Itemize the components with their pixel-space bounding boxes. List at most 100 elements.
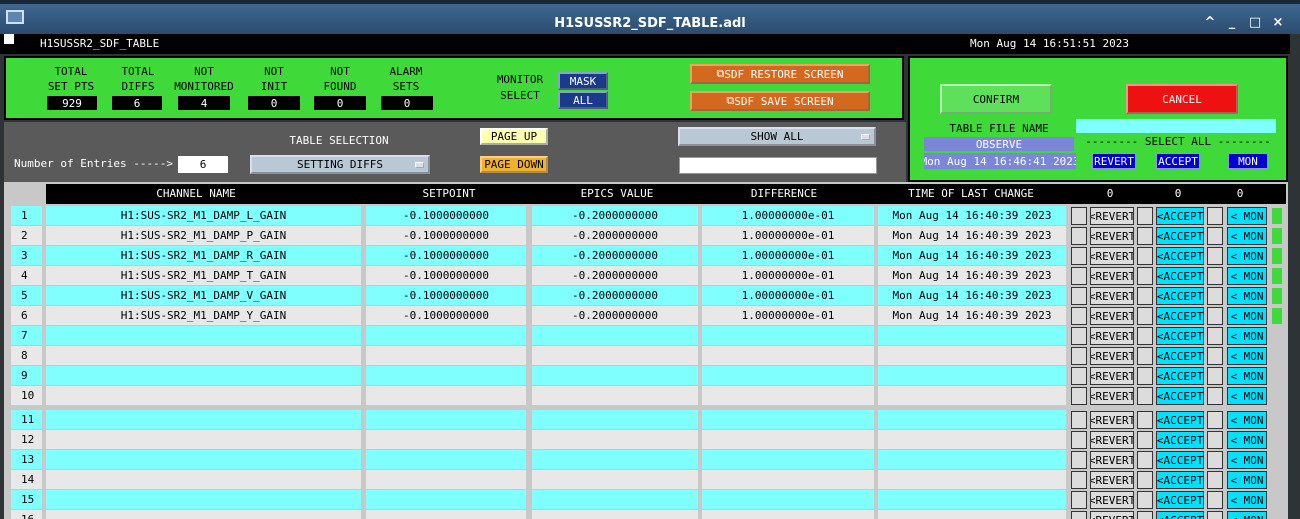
confirm-button[interactable]: CONFIRM: [940, 84, 1052, 114]
accept-button[interactable]: <ACCEPT: [1156, 491, 1204, 509]
accept-checkbox[interactable]: [1137, 511, 1153, 519]
accept-button[interactable]: <ACCEPT: [1156, 387, 1204, 405]
page-down-button[interactable]: PAGE DOWN: [480, 156, 548, 173]
table-selection-menu[interactable]: SETTING DIFFS: [250, 155, 430, 174]
revert-button[interactable]: <REVERT: [1090, 431, 1134, 449]
revert-button[interactable]: <REVERT: [1090, 307, 1134, 325]
mon-button[interactable]: < MON: [1227, 247, 1267, 265]
mon-checkbox[interactable]: [1207, 387, 1223, 405]
revert-checkbox[interactable]: [1071, 491, 1087, 509]
mon-checkbox[interactable]: [1207, 267, 1223, 285]
accept-button[interactable]: <ACCEPT: [1156, 367, 1204, 385]
revert-checkbox[interactable]: [1071, 267, 1087, 285]
mon-checkbox[interactable]: [1207, 327, 1223, 345]
mon-button[interactable]: < MON: [1227, 207, 1267, 225]
accept-button[interactable]: <ACCEPT: [1156, 511, 1204, 519]
maximize-icon[interactable]: □: [1247, 14, 1263, 30]
revert-checkbox[interactable]: [1071, 207, 1087, 225]
mon-button[interactable]: < MON: [1227, 431, 1267, 449]
mon-checkbox[interactable]: [1207, 307, 1223, 325]
minimize-icon[interactable]: _: [1224, 14, 1240, 30]
revert-checkbox[interactable]: [1071, 431, 1087, 449]
accept-button[interactable]: <ACCEPT: [1156, 347, 1204, 365]
mon-button[interactable]: < MON: [1227, 491, 1267, 509]
mask-button[interactable]: MASK: [558, 72, 608, 90]
revert-checkbox[interactable]: [1071, 511, 1087, 519]
page-up-button[interactable]: PAGE UP: [480, 128, 548, 145]
collapse-icon[interactable]: ^: [1202, 14, 1218, 30]
table-file-input[interactable]: [1076, 119, 1276, 133]
revert-checkbox[interactable]: [1071, 411, 1087, 429]
accept-checkbox[interactable]: [1137, 387, 1153, 405]
accept-checkbox[interactable]: [1137, 367, 1153, 385]
accept-button[interactable]: <ACCEPT: [1156, 207, 1204, 225]
revert-checkbox[interactable]: [1071, 307, 1087, 325]
accept-button[interactable]: <ACCEPT: [1156, 431, 1204, 449]
revert-checkbox[interactable]: [1071, 471, 1087, 489]
accept-button[interactable]: <ACCEPT: [1156, 471, 1204, 489]
mon-button[interactable]: < MON: [1227, 227, 1267, 245]
mon-checkbox[interactable]: [1207, 227, 1223, 245]
accept-checkbox[interactable]: [1137, 267, 1153, 285]
revert-button[interactable]: <REVERT: [1090, 247, 1134, 265]
mon-checkbox[interactable]: [1207, 471, 1223, 489]
accept-checkbox[interactable]: [1137, 287, 1153, 305]
mon-checkbox[interactable]: [1207, 207, 1223, 225]
mon-button[interactable]: < MON: [1227, 471, 1267, 489]
accept-checkbox[interactable]: [1137, 471, 1153, 489]
mon-checkbox[interactable]: [1207, 431, 1223, 449]
accept-button[interactable]: <ACCEPT: [1156, 227, 1204, 245]
revert-checkbox[interactable]: [1071, 347, 1087, 365]
revert-button[interactable]: <REVERT: [1090, 411, 1134, 429]
all-button[interactable]: ALL: [558, 91, 608, 109]
accept-checkbox[interactable]: [1137, 411, 1153, 429]
revert-checkbox[interactable]: [1071, 287, 1087, 305]
revert-checkbox[interactable]: [1071, 327, 1087, 345]
mon-button[interactable]: < MON: [1227, 511, 1267, 519]
mon-button[interactable]: < MON: [1227, 307, 1267, 325]
revert-checkbox[interactable]: [1071, 451, 1087, 469]
mon-checkbox[interactable]: [1207, 287, 1223, 305]
sdf-restore-button[interactable]: ⧉ SDF RESTORE SCREEN: [690, 64, 870, 84]
accept-checkbox[interactable]: [1137, 431, 1153, 449]
sdf-save-button[interactable]: ⧉ SDF SAVE SCREEN: [690, 91, 870, 111]
accept-checkbox[interactable]: [1137, 451, 1153, 469]
revert-checkbox[interactable]: [1071, 227, 1087, 245]
cancel-button[interactable]: CANCEL: [1126, 84, 1238, 114]
accept-button[interactable]: <ACCEPT: [1156, 411, 1204, 429]
revert-all-button[interactable]: REVERT: [1092, 153, 1136, 169]
mon-checkbox[interactable]: [1207, 491, 1223, 509]
show-all-menu[interactable]: SHOW ALL: [678, 127, 876, 146]
mon-checkbox[interactable]: [1207, 367, 1223, 385]
revert-button[interactable]: <REVERT: [1090, 367, 1134, 385]
revert-button[interactable]: <REVERT: [1090, 207, 1134, 225]
accept-checkbox[interactable]: [1137, 247, 1153, 265]
revert-button[interactable]: <REVERT: [1090, 387, 1134, 405]
mon-button[interactable]: < MON: [1227, 367, 1267, 385]
accept-button[interactable]: <ACCEPT: [1156, 287, 1204, 305]
accept-button[interactable]: <ACCEPT: [1156, 247, 1204, 265]
revert-button[interactable]: <REVERT: [1090, 471, 1134, 489]
accept-checkbox[interactable]: [1137, 307, 1153, 325]
revert-button[interactable]: <REVERT: [1090, 491, 1134, 509]
revert-button[interactable]: <REVERT: [1090, 267, 1134, 285]
revert-button[interactable]: <REVERT: [1090, 287, 1134, 305]
accept-button[interactable]: <ACCEPT: [1156, 451, 1204, 469]
filter-input[interactable]: [679, 157, 877, 174]
revert-checkbox[interactable]: [1071, 387, 1087, 405]
accept-checkbox[interactable]: [1137, 227, 1153, 245]
accept-all-button[interactable]: ACCEPT: [1156, 153, 1200, 169]
revert-button[interactable]: <REVERT: [1090, 227, 1134, 245]
revert-checkbox[interactable]: [1071, 247, 1087, 265]
revert-button[interactable]: <REVERT: [1090, 327, 1134, 345]
mon-button[interactable]: < MON: [1227, 387, 1267, 405]
revert-checkbox[interactable]: [1071, 367, 1087, 385]
revert-button[interactable]: <REVERT: [1090, 451, 1134, 469]
mon-button[interactable]: < MON: [1227, 327, 1267, 345]
mon-button[interactable]: < MON: [1227, 267, 1267, 285]
mon-button[interactable]: < MON: [1227, 411, 1267, 429]
mon-button[interactable]: < MON: [1227, 451, 1267, 469]
close-icon[interactable]: ×: [1270, 14, 1286, 30]
revert-button[interactable]: <REVERT: [1090, 511, 1134, 519]
revert-button[interactable]: <REVERT: [1090, 347, 1134, 365]
